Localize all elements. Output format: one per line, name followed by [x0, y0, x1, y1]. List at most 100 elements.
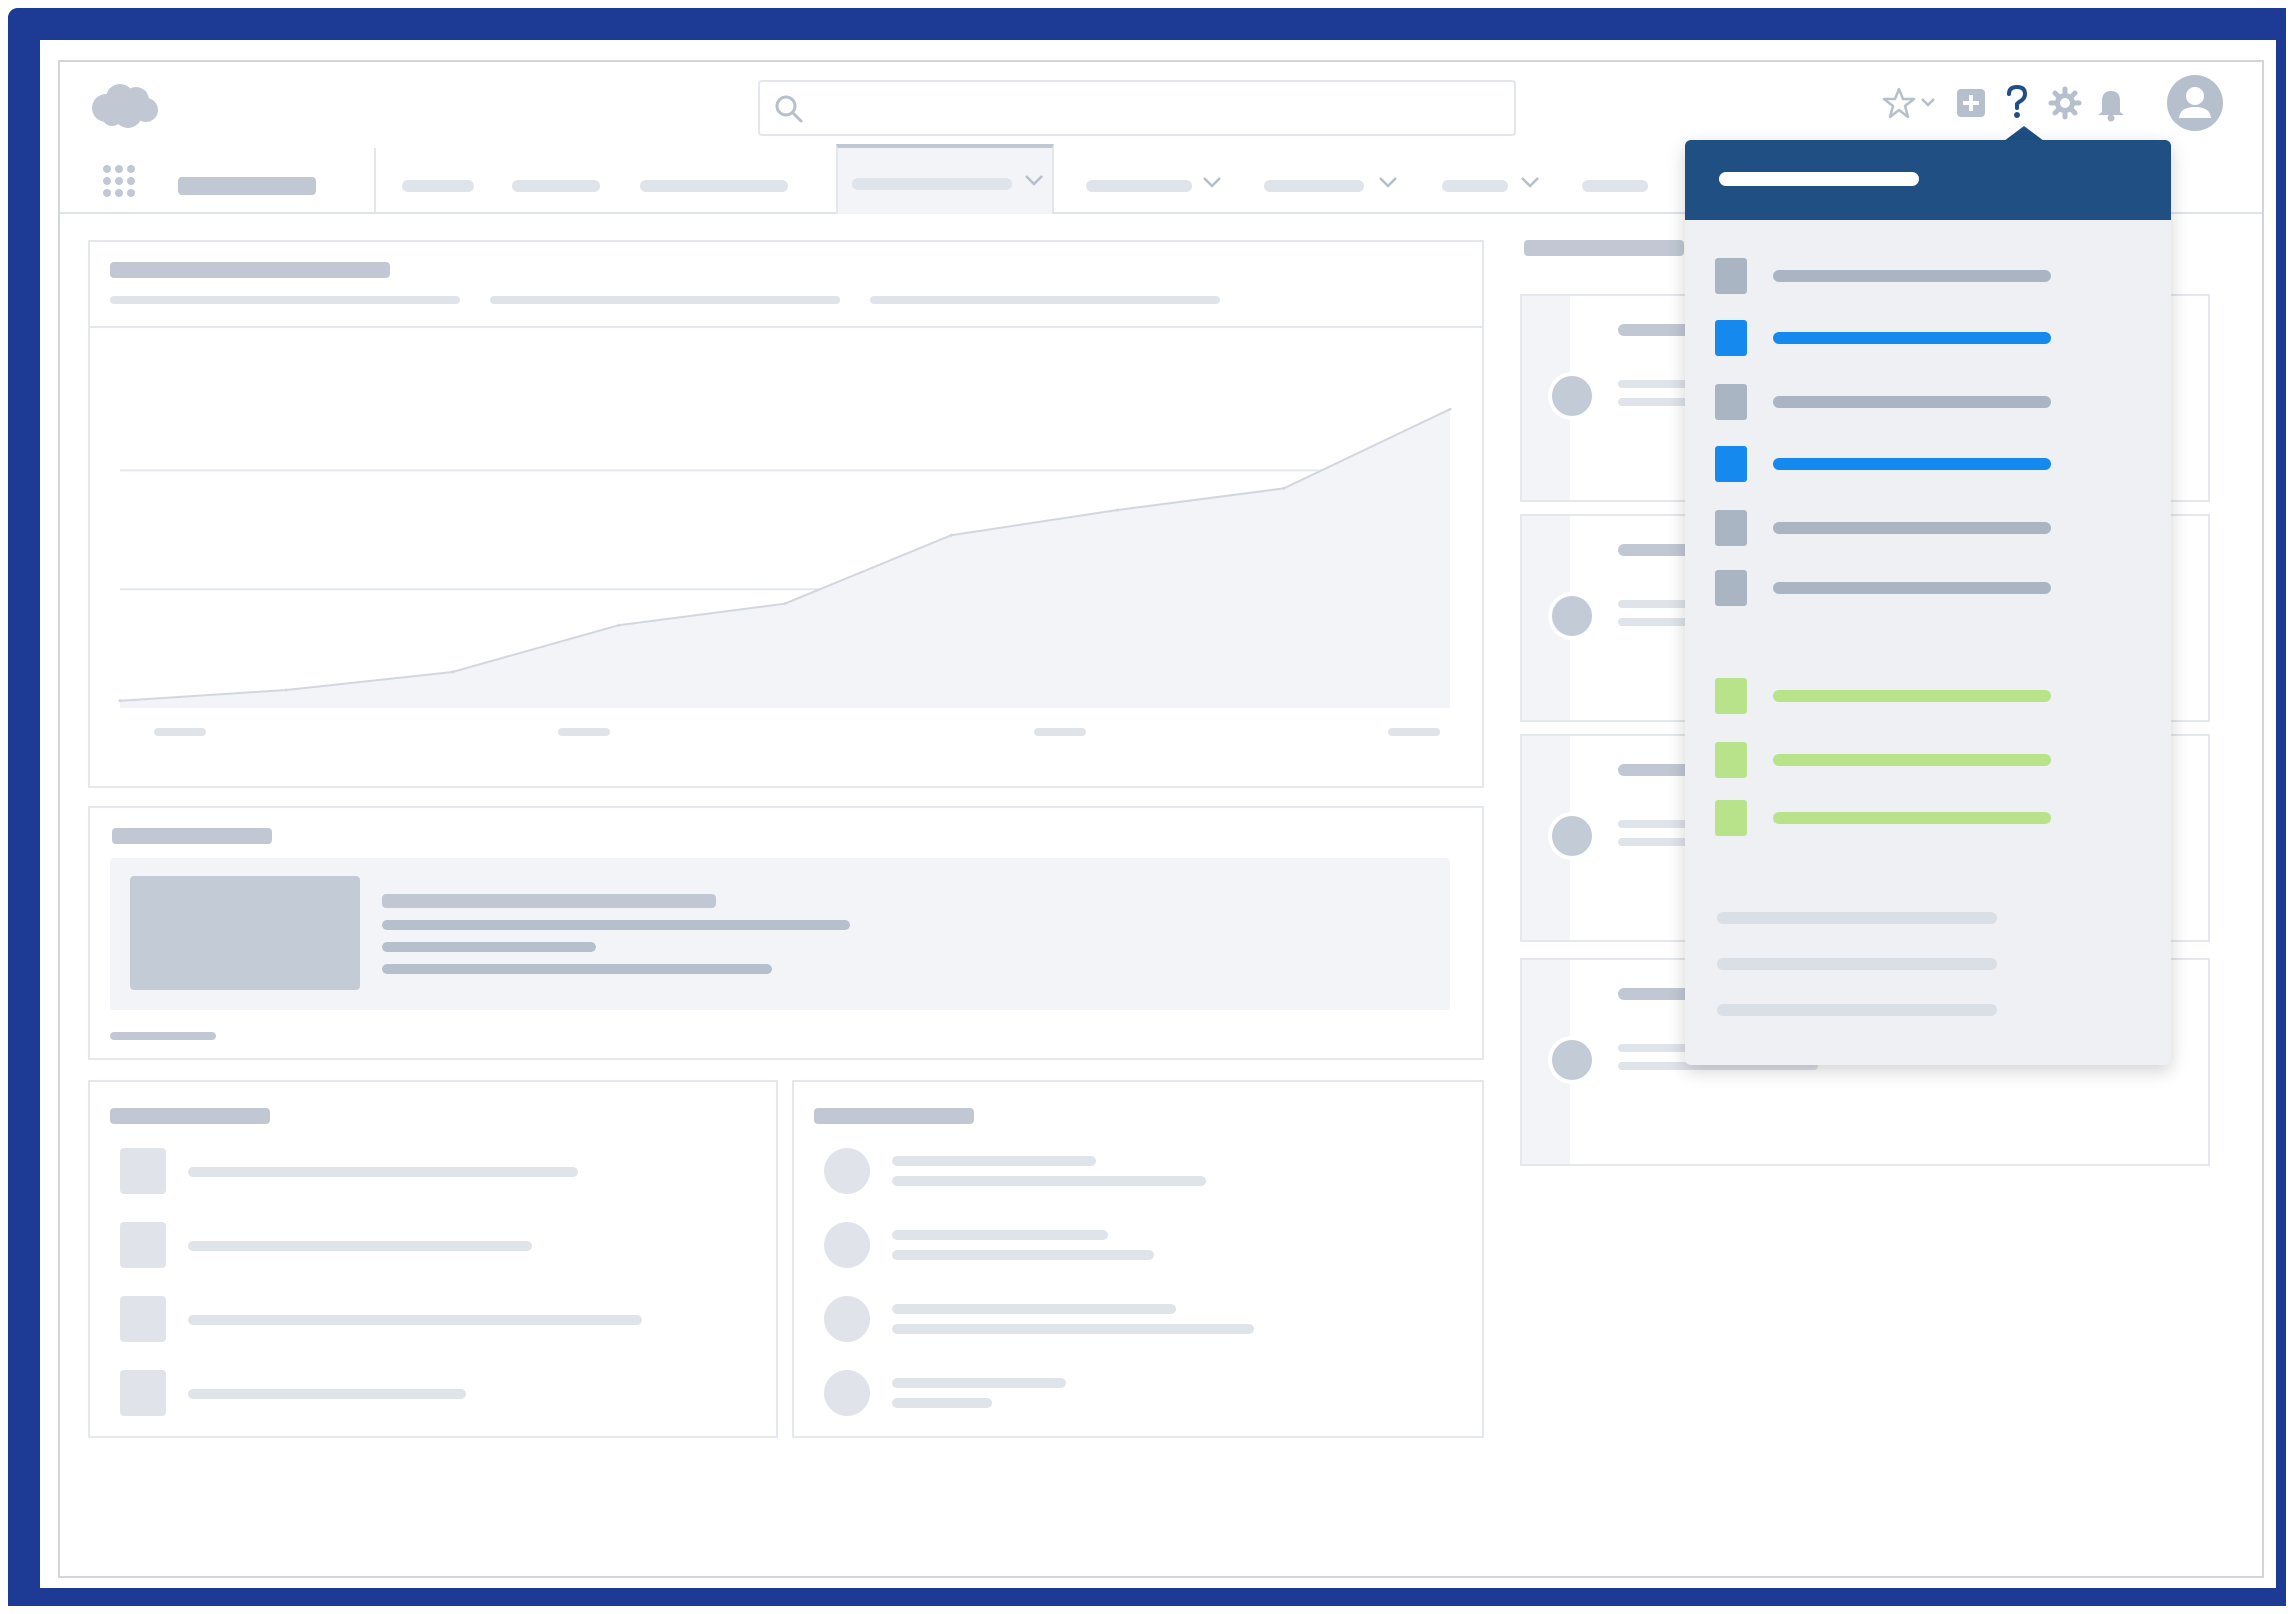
list-item-text: [188, 1315, 642, 1325]
nav-tab-5[interactable]: [1086, 180, 1192, 192]
chevron-down-icon[interactable]: [1024, 172, 1044, 188]
search-input[interactable]: [812, 90, 1502, 126]
chart-point: [949, 533, 953, 537]
list-item-text: [188, 1389, 466, 1399]
help-menu-item[interactable]: [1715, 446, 2115, 482]
list-item[interactable]: [120, 1370, 720, 1416]
contact-detail: [892, 1324, 1254, 1334]
help-menu-item-label: [1773, 270, 2051, 282]
nav-tab-7[interactable]: [1442, 180, 1508, 192]
nav-divider: [374, 148, 376, 214]
featured-card-title: [112, 828, 272, 844]
chevron-down-icon[interactable]: [1378, 174, 1398, 190]
list-item-icon: [120, 1148, 166, 1194]
featured-text-3: [382, 964, 772, 974]
activity-avatar: [1548, 812, 1596, 860]
list-card-left-title: [110, 1108, 270, 1124]
contact-detail: [892, 1176, 1206, 1186]
help-menu-item[interactable]: [1715, 510, 2115, 546]
chevron-down-icon[interactable]: [1920, 96, 1936, 108]
avatar-icon[interactable]: [2166, 74, 2224, 132]
help-menu-item-icon: [1715, 446, 1747, 482]
contact-avatar: [824, 1148, 870, 1194]
contact-item[interactable]: [824, 1370, 1444, 1416]
activity-avatar: [1548, 1036, 1596, 1084]
nav-tab-3[interactable]: [640, 180, 788, 192]
list-item[interactable]: [120, 1222, 720, 1268]
help-menu-item-icon: [1715, 384, 1747, 420]
help-menu-item[interactable]: [1715, 258, 2115, 294]
help-menu-item-label: [1773, 332, 2051, 344]
list-card-right-title: [814, 1108, 974, 1124]
contact-detail: [892, 1398, 992, 1408]
grid-icon[interactable]: [102, 164, 136, 198]
list-card-right: [792, 1080, 1484, 1438]
featured-headline: [382, 894, 716, 908]
frame-border-bottom: [8, 1588, 2286, 1606]
chart-point: [1116, 508, 1119, 512]
frame-border-right: [2276, 8, 2286, 1606]
chart-x-tick: [154, 728, 206, 736]
help-icon[interactable]: [2002, 84, 2032, 120]
contact-name: [892, 1304, 1176, 1314]
nav-tab-6[interactable]: [1264, 180, 1364, 192]
list-item[interactable]: [120, 1296, 720, 1342]
help-menu-item[interactable]: [1715, 384, 2115, 420]
list-item-icon: [120, 1296, 166, 1342]
help-menu: [1685, 140, 2171, 1065]
featured-footer-link[interactable]: [110, 1032, 216, 1040]
search-icon: [775, 95, 803, 123]
featured-card: [88, 806, 1484, 1060]
chart-metric-3: [870, 296, 1220, 304]
help-menu-link[interactable]: [1717, 912, 1997, 924]
contact-name: [892, 1230, 1108, 1240]
help-menu-item-label: [1773, 458, 2051, 470]
help-menu-item[interactable]: [1715, 570, 2115, 606]
chevron-down-icon[interactable]: [1520, 174, 1540, 190]
activity-avatar: [1548, 592, 1596, 640]
chevron-down-icon[interactable]: [1202, 174, 1222, 190]
nav-tab-8[interactable]: [1582, 180, 1648, 192]
list-item-icon: [120, 1222, 166, 1268]
chart-area: [120, 409, 1450, 708]
gear-icon[interactable]: [2048, 86, 2082, 120]
contact-item[interactable]: [824, 1222, 1444, 1268]
contact-item[interactable]: [824, 1296, 1444, 1342]
area-chart: [118, 407, 1452, 736]
nav-tab-active[interactable]: [836, 144, 1054, 214]
help-menu-header: [1685, 140, 2171, 220]
help-menu-link[interactable]: [1717, 1004, 1997, 1016]
chart-point: [783, 602, 787, 606]
chart-metric-1: [110, 296, 460, 304]
contact-avatar: [824, 1222, 870, 1268]
activity-avatar: [1548, 372, 1596, 420]
chart-point: [118, 699, 122, 703]
search-box[interactable]: [758, 80, 1516, 136]
list-item-icon: [120, 1370, 166, 1416]
list-item[interactable]: [120, 1148, 720, 1194]
featured-item[interactable]: [110, 858, 1450, 1010]
help-menu-item[interactable]: [1715, 742, 2115, 778]
cloud-logo-icon[interactable]: [88, 80, 160, 130]
frame-border-top: [8, 8, 2286, 40]
list-item-text: [188, 1167, 578, 1177]
contact-item[interactable]: [824, 1148, 1444, 1194]
global-header: [60, 62, 2262, 144]
nav-tab-1[interactable]: [402, 180, 474, 192]
chart-card-title: [110, 262, 390, 278]
help-menu-item-label: [1773, 812, 2051, 824]
help-menu-item[interactable]: [1715, 320, 2115, 356]
app-window: [58, 60, 2264, 1578]
contact-name: [892, 1378, 1066, 1388]
add-icon[interactable]: [1956, 88, 1986, 118]
bell-icon[interactable]: [2094, 86, 2128, 122]
help-menu-item[interactable]: [1715, 678, 2115, 714]
help-menu-link[interactable]: [1717, 958, 1997, 970]
help-menu-item-icon: [1715, 678, 1747, 714]
star-icon[interactable]: [1882, 86, 1916, 120]
nav-tab-2[interactable]: [512, 180, 600, 192]
featured-text-2: [382, 942, 596, 952]
help-menu-item[interactable]: [1715, 800, 2115, 836]
screenshot-frame: [0, 0, 2294, 1614]
chart-x-tick: [558, 728, 610, 736]
